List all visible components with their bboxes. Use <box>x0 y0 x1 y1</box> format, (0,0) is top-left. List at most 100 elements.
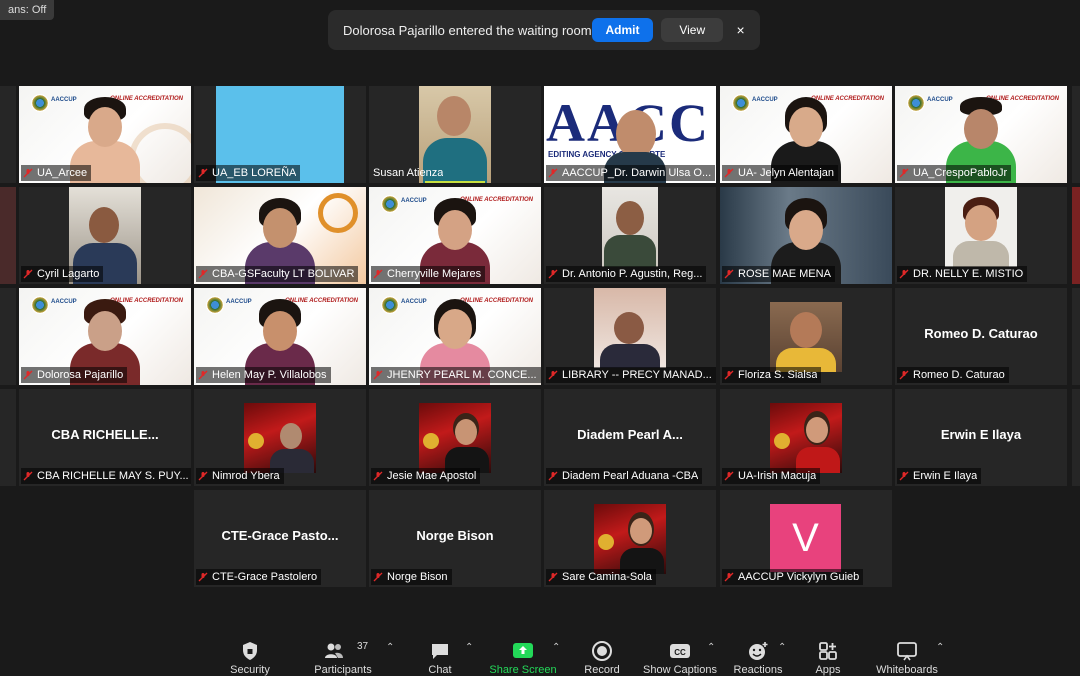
participant-video <box>602 187 658 267</box>
meeting-toolbar: Security 37 Participants ⌃ Chat ⌃ Share … <box>0 632 1080 676</box>
share-caret-icon[interactable]: ⌃ <box>552 642 560 653</box>
aaccup-logo-icon <box>732 94 750 112</box>
video-tile[interactable]: Jesie Mae Apostol <box>369 389 541 486</box>
participant-display-name: Diadem Pearl A... <box>577 427 683 442</box>
share-screen-icon <box>513 643 533 658</box>
reactions-caret-icon[interactable]: ⌃ <box>778 642 786 653</box>
waiting-room-message: Dolorosa Pajarillo entered the waiting r… <box>343 22 592 38</box>
show-captions-button[interactable]: CC Show Captions <box>640 632 720 676</box>
video-tile-partial <box>1072 389 1080 486</box>
whiteboards-button[interactable]: Whiteboards <box>872 632 942 676</box>
mic-muted-icon <box>548 269 558 279</box>
video-tile[interactable]: Cyril Lagarto <box>19 187 191 284</box>
participant-name-label: Dr. Antonio P. Agustin, Reg... <box>546 266 707 282</box>
whiteboards-caret-icon[interactable]: ⌃ <box>936 642 944 653</box>
mic-muted-icon <box>899 269 909 279</box>
view-button[interactable]: View <box>661 18 724 42</box>
chat-label: Chat <box>428 664 452 676</box>
participants-label: Participants <box>314 664 372 676</box>
mic-muted-icon <box>198 471 208 481</box>
record-button[interactable]: Record <box>580 632 624 676</box>
whiteboard-icon <box>897 642 917 661</box>
record-label: Record <box>584 664 620 676</box>
video-tile[interactable]: Dr. Antonio P. Agustin, Reg... <box>544 187 716 284</box>
captions-caret-icon[interactable]: ⌃ <box>707 642 715 653</box>
video-tile-partial <box>0 187 16 284</box>
video-tile[interactable]: V AACCUP Vickylyn Guieb <box>720 490 892 587</box>
video-tile[interactable]: Diadem Pearl A... Diadem Pearl Aduana -C… <box>544 389 716 486</box>
video-tile[interactable]: AACCUP ONLINE ACCREDITATION UA_CrespoPab… <box>895 86 1067 183</box>
participant-video <box>244 403 316 473</box>
chat-button[interactable]: Chat <box>420 632 460 676</box>
video-tile[interactable]: Susan Atienza <box>369 86 541 183</box>
participant-name-label: UA_EB LOREÑA <box>196 165 301 181</box>
record-icon <box>592 641 612 661</box>
participant-name-label: CTE-Grace Pastolero <box>196 569 322 585</box>
participant-name-label: Floriza S. Sialsa <box>722 367 822 383</box>
aaccup-logo-icon <box>907 94 925 112</box>
chat-icon <box>432 644 448 659</box>
show-captions-label: Show Captions <box>643 664 717 676</box>
mic-muted-icon <box>23 269 33 279</box>
video-tile[interactable]: AACC EDITING AGENCY OF CHARTE AACCUP_Dr.… <box>544 86 716 183</box>
video-tile[interactable]: Sare Camina-Sola <box>544 490 716 587</box>
participant-name-label: JHENRY PEARL M. CONCE... <box>371 367 541 383</box>
apps-button[interactable]: Apps <box>808 632 848 676</box>
video-tile[interactable]: AACCUP ONLINE ACCREDITATION UA- Jelyn Al… <box>720 86 892 183</box>
participants-icon <box>325 643 344 658</box>
video-tile[interactable]: LIBRARY -- PRECY MANAD... <box>544 288 716 385</box>
security-button[interactable]: Security <box>222 632 278 676</box>
admit-button[interactable]: Admit <box>591 18 654 42</box>
participant-name-label: Erwin E Ilaya <box>897 468 982 484</box>
chat-caret-icon[interactable]: ⌃ <box>465 642 473 653</box>
video-tile[interactable]: CTE-Grace Pasto... CTE-Grace Pastolero <box>194 490 366 587</box>
participant-name-label: Cyril Lagarto <box>21 266 104 282</box>
mic-muted-icon <box>198 168 208 178</box>
reactions-button[interactable]: Reactions <box>730 632 786 676</box>
participant-video <box>419 403 491 473</box>
video-tile[interactable]: AACCUP ONLINE ACCREDITATION JHENRY PEARL… <box>369 288 541 385</box>
video-tile[interactable]: AACCUP ONLINE ACCREDITATION Dolorosa Paj… <box>19 288 191 385</box>
participant-name-label: CBA RICHELLE MAY S. PUY... <box>21 468 191 484</box>
participant-name-label: Sare Camina-Sola <box>546 569 656 585</box>
participant-name-label: UA_Arcee <box>21 165 92 181</box>
aaccup-logo-icon <box>381 195 399 213</box>
participants-caret-icon[interactable]: ⌃ <box>386 642 394 653</box>
participant-name-label: Helen May P. Villalobos <box>196 367 331 383</box>
mic-muted-icon <box>373 572 383 582</box>
participant-name-label: AACCUP Vickylyn Guieb <box>722 569 864 585</box>
participant-name-label: AACCUP_Dr. Darwin Ulsa O... <box>546 165 716 181</box>
video-tile[interactable]: AACCUP ONLINE ACCREDITATION UA_Arcee <box>19 86 191 183</box>
video-tile[interactable]: Erwin E Ilaya Erwin E Ilaya <box>895 389 1067 486</box>
video-tile[interactable]: DR. NELLY E. MISTIO <box>895 187 1067 284</box>
video-tile[interactable]: CBA-GSFaculty LT BOLIVAR <box>194 187 366 284</box>
video-tile[interactable]: ROSE MAE MENA <box>720 187 892 284</box>
mic-muted-icon <box>373 471 383 481</box>
mic-muted-icon <box>724 471 734 481</box>
video-tile[interactable]: Norge Bison Norge Bison <box>369 490 541 587</box>
mic-muted-icon <box>198 269 208 279</box>
participants-button[interactable]: 37 Participants <box>306 632 380 676</box>
mic-muted-icon <box>548 168 558 178</box>
video-tile[interactable]: AACCUP ONLINE ACCREDITATION Helen May P.… <box>194 288 366 385</box>
video-tile[interactable]: UA-Irish Macuja <box>720 389 892 486</box>
mic-muted-icon <box>548 370 558 380</box>
participant-name-label: Romeo D. Caturao <box>897 367 1009 383</box>
participant-display-name: CTE-Grace Pasto... <box>221 528 339 543</box>
video-tile[interactable]: AACCUP ONLINE ACCREDITATION Cherryville … <box>369 187 541 284</box>
close-icon[interactable]: × <box>731 22 750 38</box>
participant-name-label: Susan Atienza <box>373 167 444 179</box>
participant-video <box>594 288 666 368</box>
apps-label: Apps <box>815 664 841 676</box>
participant-video <box>594 504 666 574</box>
mic-muted-icon <box>724 269 734 279</box>
whiteboards-label: Whiteboards <box>876 664 938 676</box>
video-tile-partial <box>1072 187 1080 284</box>
video-tile[interactable]: Romeo D. Caturao Romeo D. Caturao <box>895 288 1067 385</box>
video-tile[interactable]: UA_EB LOREÑA <box>194 86 366 183</box>
video-tile[interactable]: Nimrod Ybera <box>194 389 366 486</box>
aaccup-logo-icon <box>31 296 49 314</box>
video-tile[interactable]: CBA RICHELLE... CBA RICHELLE MAY S. PUY.… <box>19 389 191 486</box>
share-screen-button[interactable]: Share Screen <box>488 632 558 676</box>
video-tile[interactable]: Floriza S. Sialsa <box>720 288 892 385</box>
